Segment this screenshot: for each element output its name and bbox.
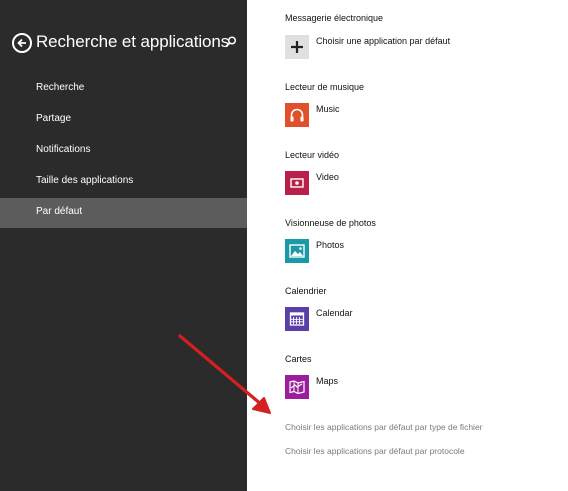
calendar-icon [289, 312, 305, 326]
app-name: Calendar [316, 308, 353, 318]
photos-icon [289, 244, 305, 258]
section-label-video: Lecteur vidéo [285, 150, 340, 160]
page-title: Recherche et applications [36, 32, 230, 51]
sidebar-header: Recherche et applications [12, 32, 240, 57]
plus-icon [291, 41, 303, 53]
app-tile [285, 375, 309, 399]
app-tile [285, 171, 309, 195]
sidebar-item-recherche[interactable]: Recherche [0, 74, 247, 104]
sidebar-item-label: Taille des applications [36, 175, 134, 186]
section-label-email: Messagerie électronique [285, 13, 384, 23]
search-icon [225, 36, 237, 48]
app-tile [285, 307, 309, 331]
search-button[interactable] [224, 35, 238, 49]
sidebar: Recherche et applications Recherche Part… [0, 0, 247, 491]
section-label-maps: Cartes [285, 354, 312, 364]
app-name: Photos [316, 240, 345, 250]
sidebar-item-label: Notifications [36, 144, 91, 155]
link-defaults-by-file-type[interactable]: Choisir les applications par défaut par … [285, 422, 483, 432]
app-tile [285, 239, 309, 263]
maps-app-chooser[interactable]: Maps [285, 375, 535, 401]
sidebar-item-label: Par défaut [36, 206, 83, 217]
app-name: Music [316, 104, 340, 114]
sidebar-item-label: Partage [36, 113, 72, 124]
defaults-panel: Messagerie électronique Choisir une appl… [285, 0, 568, 491]
app-name: Video [316, 172, 339, 182]
sidebar-item-taille-des-applications[interactable]: Taille des applications [0, 167, 247, 197]
back-arrow-icon [17, 38, 26, 48]
email-app-chooser[interactable]: Choisir une application par défaut [285, 35, 535, 61]
maps-icon [289, 380, 305, 395]
app-name: Maps [316, 376, 339, 386]
headphones-icon [290, 108, 304, 122]
back-button[interactable] [12, 33, 32, 53]
sidebar-item-notifications[interactable]: Notifications [0, 136, 247, 166]
app-tile [285, 103, 309, 127]
sidebar-item-partage[interactable]: Partage [0, 105, 247, 135]
app-tile [285, 35, 309, 59]
sidebar-item-par-defaut[interactable]: Par défaut [0, 198, 247, 228]
video-app-chooser[interactable]: Video [285, 171, 535, 197]
section-label-calendar: Calendrier [285, 286, 327, 296]
music-app-chooser[interactable]: Music [285, 103, 535, 129]
photos-app-chooser[interactable]: Photos [285, 239, 535, 265]
app-name: Choisir une application par défaut [316, 36, 451, 46]
section-label-music: Lecteur de musique [285, 82, 365, 92]
link-defaults-by-protocol[interactable]: Choisir les applications par défaut par … [285, 446, 465, 456]
calendar-app-chooser[interactable]: Calendar [285, 307, 535, 333]
sidebar-item-label: Recherche [36, 82, 85, 93]
section-label-photos: Visionneuse de photos [285, 218, 376, 228]
video-icon [290, 178, 304, 188]
